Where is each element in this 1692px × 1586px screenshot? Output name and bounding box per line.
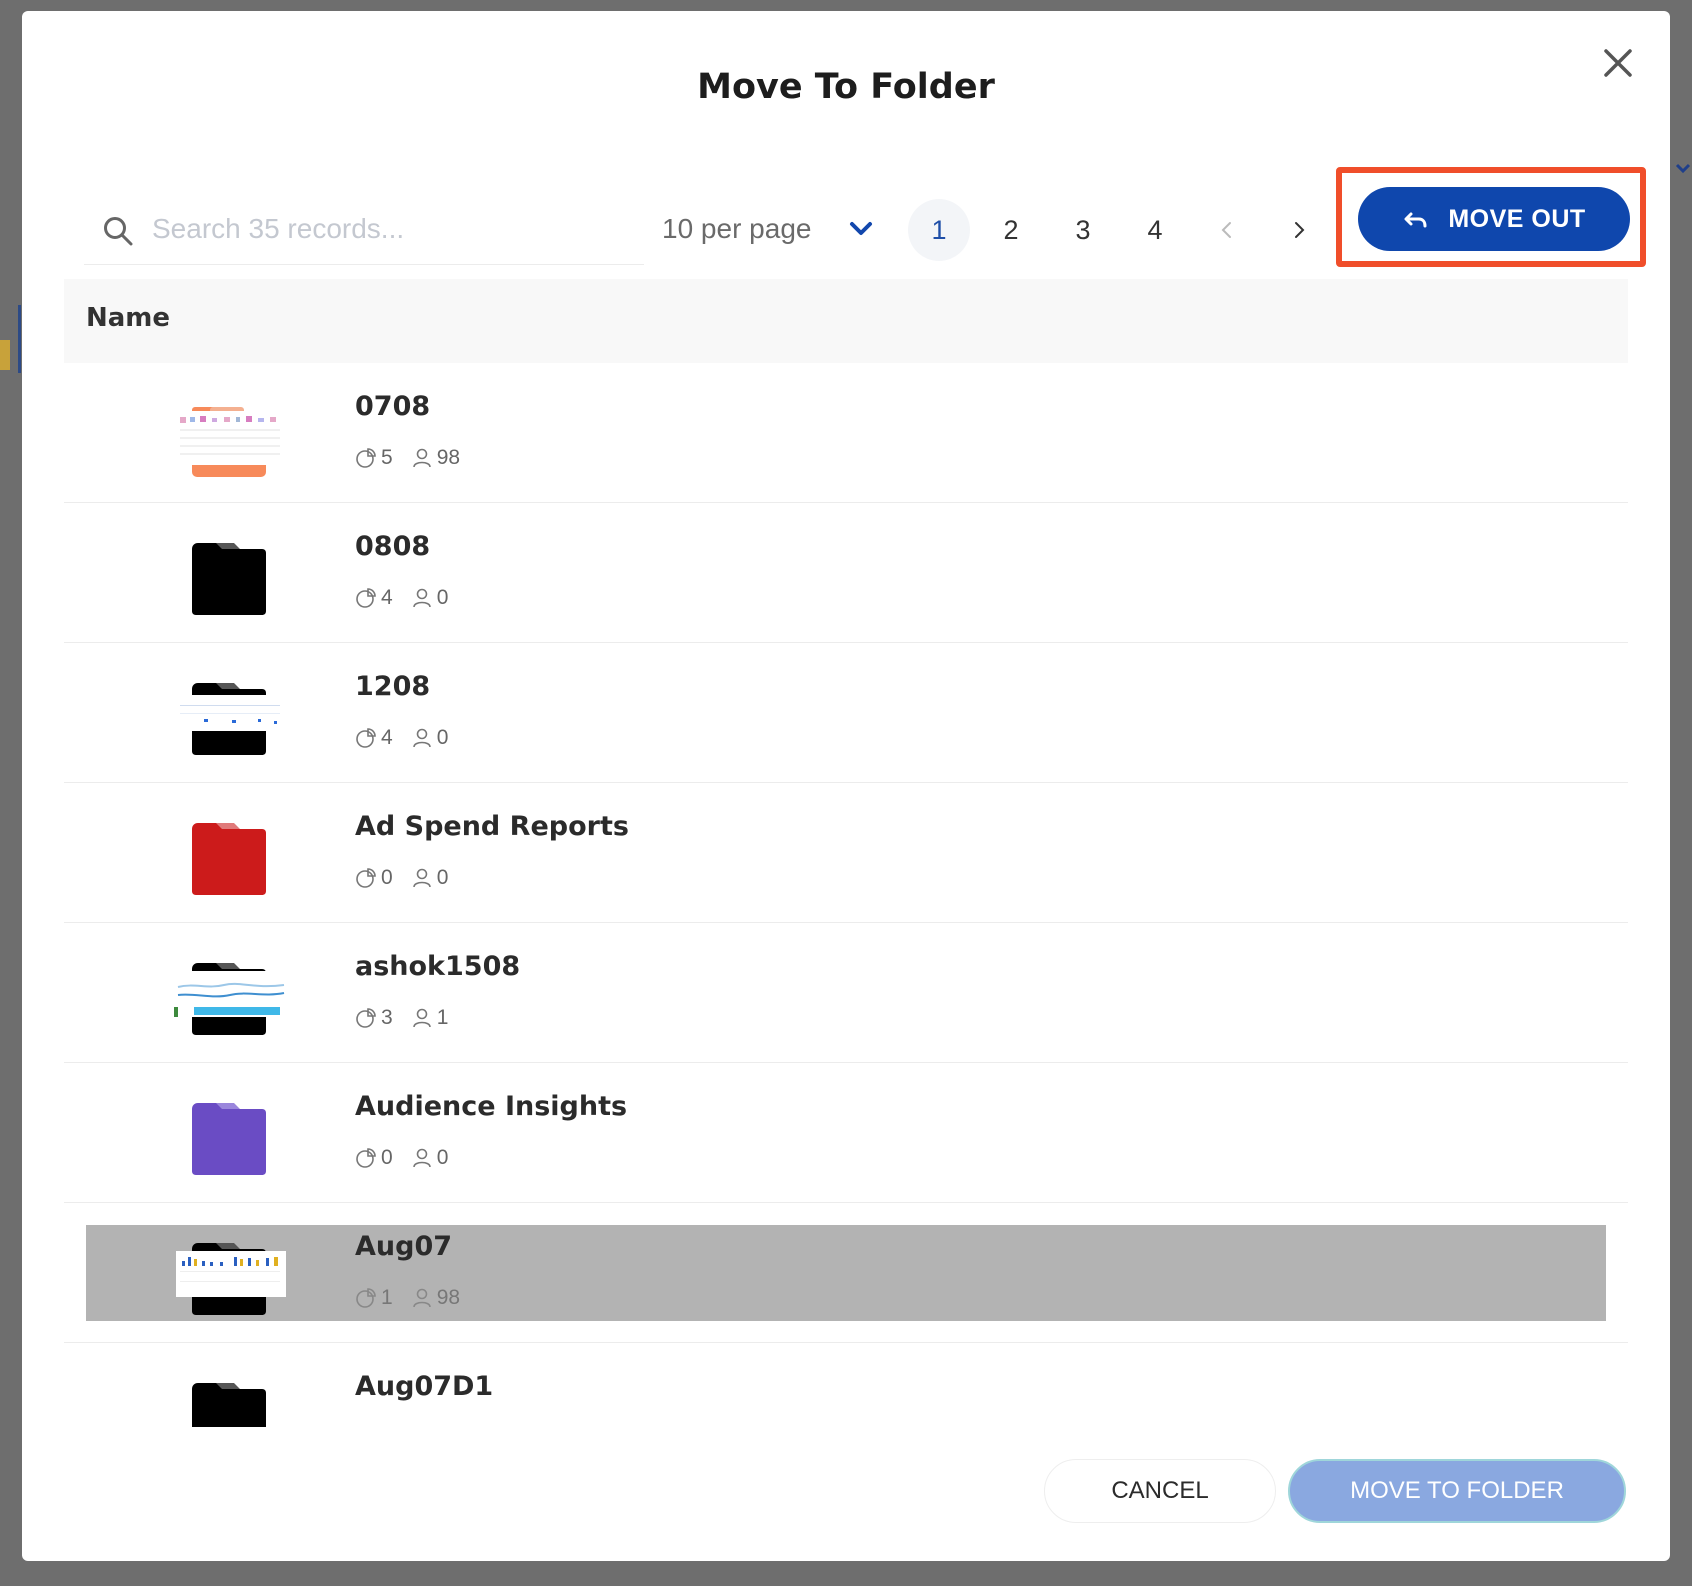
user-count: 0 xyxy=(436,726,449,749)
folder-meta: 4 0 xyxy=(355,585,448,611)
folder-preview-thumbnail xyxy=(174,963,286,1035)
table-header: Name xyxy=(64,279,1628,363)
per-page-select[interactable]: 10 per page xyxy=(662,207,882,251)
undo-icon xyxy=(1404,212,1427,228)
background-accent xyxy=(0,340,10,370)
move-out-label: MOVE OUT xyxy=(1448,204,1586,233)
background-chevron-icon xyxy=(1674,158,1692,176)
folder-icon xyxy=(192,1383,266,1427)
folder-row[interactable]: Audience Insights 0 0 xyxy=(64,1063,1628,1203)
close-icon xyxy=(1604,49,1632,77)
user-icon xyxy=(412,448,431,468)
move-out-button[interactable]: MOVE OUT xyxy=(1358,187,1630,251)
per-page-label: 10 per page xyxy=(662,213,812,244)
page-2-button[interactable]: 2 xyxy=(980,199,1042,261)
user-count: 98 xyxy=(436,446,461,469)
background-app xyxy=(0,0,22,1586)
user-count: 1 xyxy=(436,1006,449,1029)
folder-name: 0808 xyxy=(355,531,431,562)
folder-preview-thumbnail xyxy=(176,407,286,477)
folder-meta: 5 98 xyxy=(355,445,460,471)
user-count: 0 xyxy=(436,586,449,609)
report-count: 3 xyxy=(381,1006,393,1029)
page-3-button[interactable]: 3 xyxy=(1052,199,1114,261)
folder-icon xyxy=(192,543,266,615)
move-to-folder-modal: Move To Folder 10 per page 1 2 3 4 xyxy=(22,11,1670,1561)
folder-row[interactable]: ashok1508 3 1 xyxy=(64,923,1628,1063)
page-4-button[interactable]: 4 xyxy=(1124,199,1186,261)
user-count: 0 xyxy=(436,1146,449,1169)
user-icon xyxy=(412,1288,431,1308)
folder-row-selected[interactable]: Aug07 1 98 xyxy=(64,1203,1628,1343)
user-count: 98 xyxy=(436,1286,461,1309)
report-count: 4 xyxy=(381,586,393,609)
user-icon xyxy=(412,1008,431,1028)
report-count: 1 xyxy=(381,1286,393,1309)
column-header-name: Name xyxy=(86,303,171,333)
folder-row[interactable]: 1208 4 0 xyxy=(64,643,1628,783)
next-page-button[interactable] xyxy=(1268,199,1330,261)
folder-meta: 3 1 xyxy=(355,1005,448,1031)
folder-icon xyxy=(192,823,266,895)
folder-meta: 4 0 xyxy=(355,725,448,751)
folder-name: Aug07 xyxy=(355,1231,453,1262)
folder-name: ashok1508 xyxy=(355,951,521,982)
previous-page-button[interactable] xyxy=(1196,199,1258,261)
folder-icon xyxy=(192,1103,266,1175)
folder-preview-thumbnail xyxy=(176,683,286,755)
folder-name: 0708 xyxy=(355,391,431,422)
pie-chart-icon xyxy=(356,868,376,888)
close-button[interactable] xyxy=(1592,37,1644,89)
folder-meta: 1 98 xyxy=(355,1285,460,1311)
report-count: 5 xyxy=(381,446,393,469)
user-icon xyxy=(412,588,431,608)
chevron-right-icon xyxy=(1295,222,1305,238)
chevron-left-icon xyxy=(1221,222,1231,238)
folder-list: 0708 5 98 0808 4 0 1208 4 0 Ad Spend Rep… xyxy=(64,363,1628,1427)
report-count: 4 xyxy=(381,726,393,749)
modal-title: Move To Folder xyxy=(697,67,995,107)
user-icon xyxy=(412,868,431,888)
user-icon xyxy=(412,728,431,748)
folder-meta: 0 0 xyxy=(355,865,448,891)
folder-name: 1208 xyxy=(355,671,431,702)
pie-chart-icon xyxy=(356,448,376,468)
folder-row[interactable]: 0808 4 0 xyxy=(64,503,1628,643)
search-icon xyxy=(104,217,133,246)
folder-row[interactable]: Ad Spend Reports 0 0 xyxy=(64,783,1628,923)
folder-name: Aug07D1 xyxy=(355,1371,494,1402)
pie-chart-icon xyxy=(356,1288,376,1308)
page-1-button[interactable]: 1 xyxy=(908,199,970,261)
background-accent xyxy=(18,305,21,373)
move-to-folder-button[interactable]: MOVE TO FOLDER xyxy=(1288,1459,1626,1523)
pie-chart-icon xyxy=(356,728,376,748)
search-input[interactable] xyxy=(152,203,632,255)
user-icon xyxy=(412,1148,431,1168)
search-box xyxy=(84,193,644,265)
modal-footer: CANCEL MOVE TO FOLDER xyxy=(22,1459,1670,1529)
folder-row[interactable]: 0708 5 98 xyxy=(64,363,1628,503)
report-count: 0 xyxy=(381,866,393,889)
folder-name: Ad Spend Reports xyxy=(355,811,629,842)
report-count: 0 xyxy=(381,1146,393,1169)
pie-chart-icon xyxy=(356,1008,376,1028)
cancel-button[interactable]: CANCEL xyxy=(1044,1459,1276,1523)
pie-chart-icon xyxy=(356,1148,376,1168)
folder-name: Audience Insights xyxy=(355,1091,628,1122)
folder-preview-thumbnail xyxy=(176,1243,286,1315)
folder-row[interactable]: Aug07D1 xyxy=(64,1343,1628,1427)
pie-chart-icon xyxy=(356,588,376,608)
folder-meta: 0 0 xyxy=(355,1145,448,1171)
user-count: 0 xyxy=(436,866,449,889)
chevron-down-icon xyxy=(850,222,872,235)
